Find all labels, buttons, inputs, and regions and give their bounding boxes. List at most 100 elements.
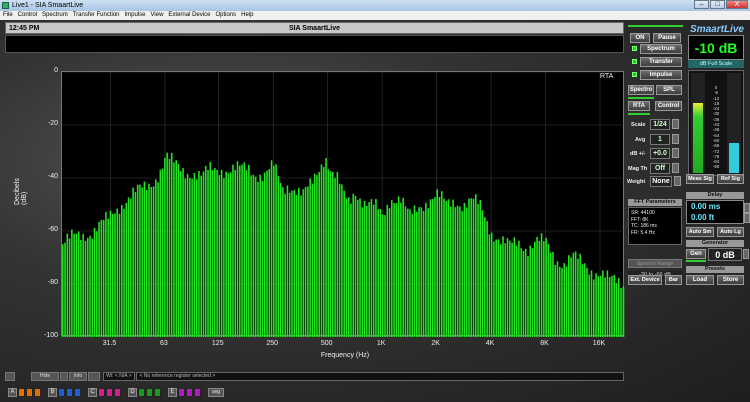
info-button[interactable]: Info <box>69 371 87 381</box>
register-slot[interactable] <box>66 387 73 397</box>
spectrum-bar <box>506 238 509 337</box>
register-slot[interactable] <box>186 387 193 397</box>
spectro-range-button[interactable]: Spectro Range <box>628 259 682 268</box>
spectrum-bar <box>375 198 377 337</box>
spectrum-bar <box>182 168 184 337</box>
spectrum-bar <box>318 171 320 337</box>
register-letter-button[interactable]: E <box>168 387 177 397</box>
spectrum-bar <box>173 162 175 337</box>
gen-spinner[interactable] <box>743 249 749 259</box>
menu-spectrum[interactable]: Spectrum <box>42 11 68 20</box>
menu-help[interactable]: Help <box>241 11 253 20</box>
spectrum-bar <box>502 236 504 337</box>
register-slot[interactable] <box>106 387 113 397</box>
spectrum-bar <box>71 229 73 337</box>
minimize-button[interactable]: – <box>694 0 709 9</box>
meas-meter-fill <box>693 103 703 173</box>
menu-external-device[interactable]: External Device <box>168 11 210 20</box>
spectrum-button[interactable]: Spectrum <box>640 44 682 54</box>
scale-spinner[interactable] <box>672 119 679 129</box>
transfer-button[interactable]: Transfer <box>640 57 682 67</box>
reference-register-field[interactable]: < No reference register selected > <box>135 371 624 381</box>
spectro-button[interactable]: Spectro <box>628 85 654 95</box>
spectrum-bar <box>422 210 425 337</box>
weight-spinner[interactable] <box>674 176 681 186</box>
menu-options[interactable]: Options <box>215 11 236 20</box>
register-letter-button[interactable]: D <box>128 387 137 397</box>
spectrum-bar <box>563 263 566 337</box>
auto-lg-button[interactable]: Auto Lg <box>717 227 744 237</box>
delay-spinner-up[interactable] <box>744 203 750 213</box>
register-slot[interactable] <box>146 387 153 397</box>
y-tick-label: -100 <box>43 332 58 339</box>
spectrum-bar <box>243 162 246 337</box>
blank-button-1[interactable] <box>5 371 15 381</box>
register-slot[interactable] <box>26 387 33 397</box>
average-button[interactable]: avg <box>208 387 224 397</box>
menu-impulse[interactable]: Impulse <box>125 11 146 20</box>
blank-button-3[interactable] <box>88 371 100 381</box>
register-letter-button[interactable]: B <box>48 387 57 397</box>
register-slot[interactable] <box>98 387 105 397</box>
menu-transfer-function[interactable]: Transfer Function <box>73 11 120 20</box>
rta-button[interactable]: RTA <box>628 101 650 111</box>
maximize-button[interactable]: □ <box>710 0 725 9</box>
spectrum-bar <box>477 203 479 337</box>
avg-spinner[interactable] <box>672 134 679 144</box>
register-slot[interactable] <box>194 387 201 397</box>
register-slot[interactable] <box>178 387 185 397</box>
delay-spinner-down[interactable] <box>744 213 750 223</box>
register-slot[interactable] <box>114 387 121 397</box>
register-letter-button[interactable]: A <box>8 387 17 397</box>
spectrum-bar <box>436 189 438 337</box>
menu-view[interactable]: View <box>151 11 164 20</box>
menu-control[interactable]: Control <box>18 11 37 20</box>
spectrum-bar <box>493 241 495 337</box>
register-slot[interactable] <box>138 387 145 397</box>
register-slot[interactable] <box>154 387 161 397</box>
register-slot[interactable] <box>58 387 65 397</box>
bar-button[interactable]: Bar <box>665 275 682 285</box>
spectrum-bar <box>495 239 497 337</box>
ext-device-button[interactable]: Ext. Device <box>628 275 662 285</box>
ref-sig-button[interactable]: Ref Sig <box>717 174 744 184</box>
spectrum-bar <box>545 237 547 337</box>
spectrum-bar <box>606 270 609 337</box>
rta-plot[interactable] <box>61 71 625 337</box>
menu-file[interactable]: File <box>3 11 13 20</box>
store-button[interactable]: Store <box>717 275 744 285</box>
register-slot[interactable] <box>34 387 41 397</box>
app-window: Live1 - SIA SmaartLive – □ X File Contro… <box>0 0 750 402</box>
spectrum-bar <box>62 244 64 337</box>
gen-button[interactable]: Gen <box>686 249 706 259</box>
on-button[interactable]: ON <box>630 33 650 43</box>
x-tick-label: 4K <box>485 340 495 347</box>
auto-sm-button[interactable]: Auto Sm <box>686 227 714 237</box>
spectrum-bar <box>254 176 257 337</box>
register-slot[interactable] <box>18 387 25 397</box>
spectrum-bar <box>184 178 187 337</box>
spectrum-bar <box>543 241 545 337</box>
control-button[interactable]: Control <box>655 101 682 111</box>
magth-spinner[interactable] <box>672 163 679 173</box>
close-button[interactable]: X <box>726 0 748 9</box>
meas-sig-button[interactable]: Meas Sig <box>686 174 714 184</box>
pause-button[interactable]: Pause <box>653 33 681 43</box>
spectrum-bar <box>513 237 516 337</box>
spectrum-bar <box>145 190 148 337</box>
spectrum-bar <box>82 233 84 337</box>
impulse-button[interactable]: Impulse <box>640 70 682 80</box>
register-slot[interactable] <box>74 387 81 397</box>
spectrum-bar <box>509 240 511 337</box>
register-letter-button[interactable]: C <box>88 387 97 397</box>
spectrum-bar <box>245 170 248 337</box>
hide-button[interactable]: Hide <box>31 371 59 381</box>
blank-button-2[interactable] <box>60 371 68 381</box>
db-spinner[interactable] <box>672 148 679 158</box>
spectrum-bar <box>470 198 473 337</box>
avg-value: 1 <box>650 134 670 145</box>
spectrum-bar <box>590 270 593 337</box>
load-button[interactable]: Load <box>686 275 714 285</box>
spectrum-bar <box>175 160 178 337</box>
spl-button[interactable]: SPL <box>656 85 682 95</box>
